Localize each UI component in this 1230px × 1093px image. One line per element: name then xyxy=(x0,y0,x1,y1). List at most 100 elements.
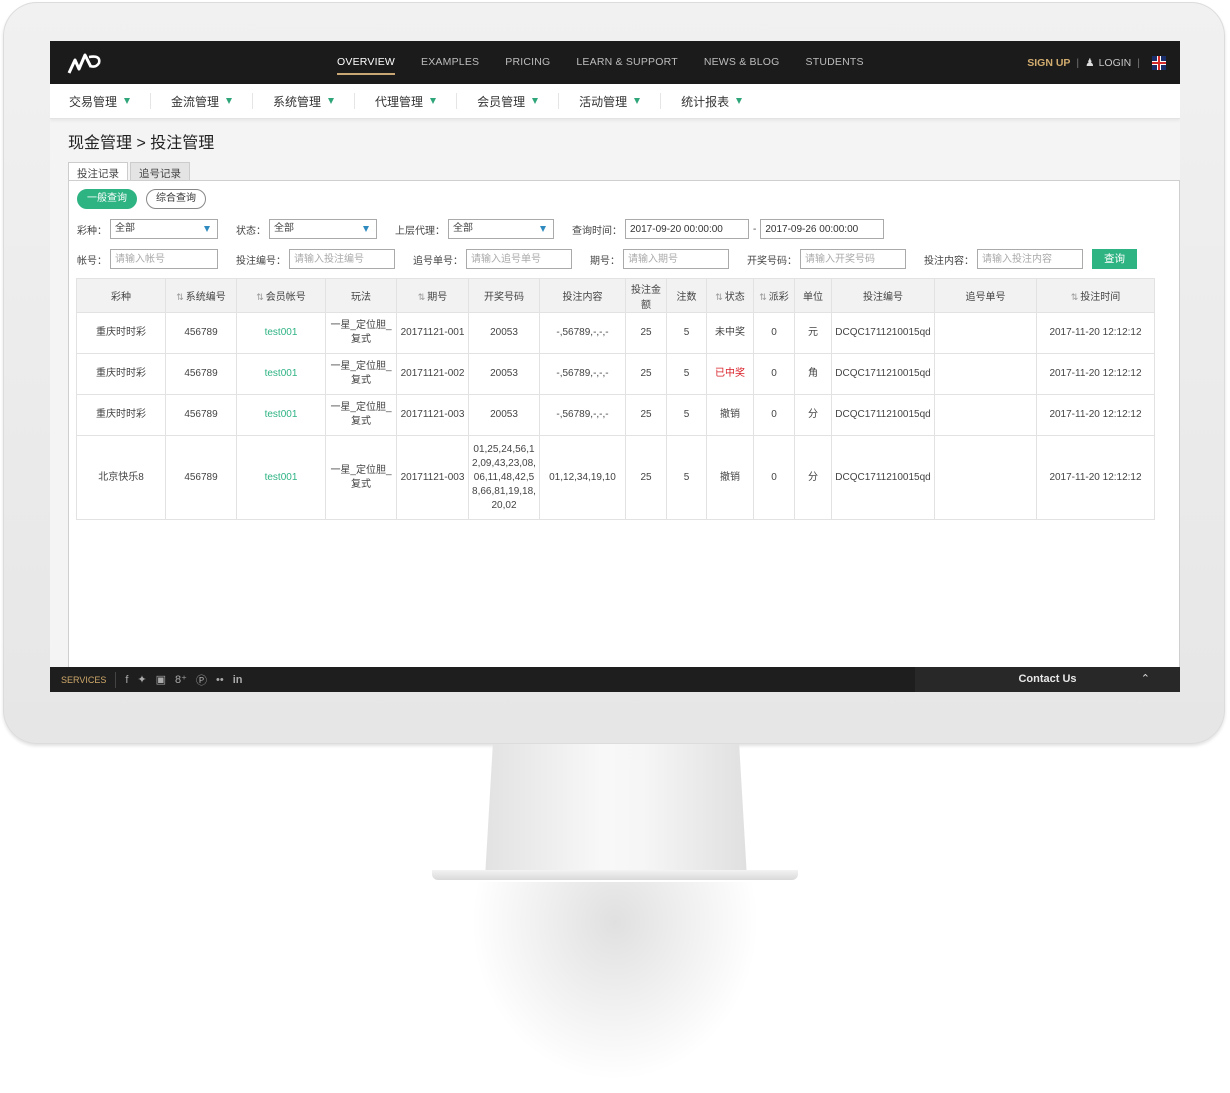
cell-lottery: 北京快乐8 xyxy=(76,435,166,520)
subnav-cashflow[interactable]: 金流管理 xyxy=(171,93,233,110)
table-row: 重庆时时彩 456789 test001 一星_定位胆_复式 20171121-… xyxy=(76,394,1155,436)
cell-bet-no: DCQC1711210015qd xyxy=(831,394,935,436)
cell-amount: 25 xyxy=(625,312,667,354)
menu-news-blog[interactable]: NEWS & BLOG xyxy=(704,41,780,84)
divider xyxy=(558,93,560,109)
lottery-select[interactable]: 全部 xyxy=(110,219,218,239)
contact-us-button[interactable]: Contact Us ⌃ xyxy=(915,667,1180,692)
col-label: 会员帐号 xyxy=(265,292,306,303)
col-header: 追号单号 xyxy=(934,278,1037,313)
member-link[interactable]: test001 xyxy=(236,312,326,354)
member-link[interactable]: test001 xyxy=(236,353,326,395)
cell-lottery: 重庆时时彩 xyxy=(76,394,166,436)
sort-icon[interactable]: ⇅ xyxy=(418,292,426,302)
draw-number-input[interactable] xyxy=(800,249,906,269)
linkedin-icon[interactable]: in xyxy=(233,674,243,686)
sort-icon[interactable]: ⇅ xyxy=(759,292,767,302)
subnav-member[interactable]: 会员管理 xyxy=(477,93,539,110)
agent-select[interactable]: 全部 xyxy=(448,219,554,239)
login-link[interactable]: LOGIN xyxy=(1099,57,1132,69)
advanced-query-button[interactable]: 综合查询 xyxy=(146,189,206,209)
member-link[interactable]: test001 xyxy=(236,435,326,520)
instagram-icon[interactable]: ▣ xyxy=(156,673,166,686)
menu-overview[interactable]: OVERVIEW xyxy=(337,41,396,84)
col-header[interactable]: ⇅ 期号 xyxy=(396,278,469,313)
menu-learn-support[interactable]: LEARN & SUPPORT xyxy=(576,41,677,84)
query-type-switch: 一般查询 综合查询 xyxy=(77,189,215,209)
search-button[interactable]: 查询 xyxy=(1092,249,1137,269)
col-header[interactable]: ⇅ 派彩 xyxy=(753,278,795,313)
subnav-agent[interactable]: 代理管理 xyxy=(375,93,437,110)
bet-number-input[interactable] xyxy=(289,249,395,269)
chase-number-input[interactable] xyxy=(466,249,572,269)
menu-pricing[interactable]: PRICING xyxy=(505,41,550,84)
cell-count: 5 xyxy=(666,394,707,436)
time-from-input[interactable] xyxy=(625,219,749,239)
cell-payout: 0 xyxy=(753,353,795,395)
betno-label: 投注编号： xyxy=(236,255,286,267)
col-label: 投注金额 xyxy=(631,284,661,311)
sort-icon[interactable]: ⇅ xyxy=(715,292,723,302)
cell-payout: 0 xyxy=(753,312,795,354)
pinterest-icon[interactable]: Ⓟ xyxy=(196,672,207,688)
sort-icon[interactable]: ⇅ xyxy=(176,292,184,302)
menu-students[interactable]: STUDENTS xyxy=(806,41,864,84)
cell-unit: 分 xyxy=(794,394,832,436)
col-header: 单位 xyxy=(794,278,832,313)
bet-content-input[interactable] xyxy=(977,249,1083,269)
table-row: 重庆时时彩 456789 test001 一星_定位胆_复式 20171121-… xyxy=(76,353,1155,395)
time-to-input[interactable] xyxy=(760,219,885,239)
col-header: 开奖号码 xyxy=(468,278,540,313)
account-input[interactable] xyxy=(110,249,218,269)
cell-content: -,56789,-,-,- xyxy=(539,394,626,436)
cell-count: 5 xyxy=(666,312,707,354)
signup-link[interactable]: SIGN UP xyxy=(1027,57,1070,69)
content-label: 投注内容： xyxy=(924,255,974,267)
cell-count: 5 xyxy=(666,435,707,520)
cell-lottery: 重庆时时彩 xyxy=(76,353,166,395)
status-select[interactable]: 全部 xyxy=(269,219,377,239)
subnav-system[interactable]: 系统管理 xyxy=(273,93,335,110)
services-link[interactable]: SERVICES xyxy=(61,675,106,685)
col-header[interactable]: ⇅ 系统编号 xyxy=(165,278,237,313)
col-header: 投注金额 xyxy=(625,278,667,313)
col-header[interactable]: ⇅ 状态 xyxy=(706,278,754,313)
cell-status: 未中奖 xyxy=(706,312,754,354)
col-header[interactable]: ⇅ 会员帐号 xyxy=(236,278,326,313)
cell-chase-no xyxy=(934,435,1037,520)
cell-status: 撤销 xyxy=(706,435,754,520)
col-label: 系统编号 xyxy=(185,292,226,303)
subnav-label: 金流管理 xyxy=(171,94,220,109)
cell-chase-no xyxy=(934,312,1037,354)
member-link[interactable]: test001 xyxy=(236,394,326,436)
sort-icon[interactable]: ⇅ xyxy=(1071,292,1079,302)
subnav-reports[interactable]: 统计报表 xyxy=(681,93,743,110)
subnav-label: 活动管理 xyxy=(579,94,628,109)
subnav-activity[interactable]: 活动管理 xyxy=(579,93,641,110)
facebook-icon[interactable]: f xyxy=(125,674,128,686)
cell-play: 一星_定位胆_复式 xyxy=(325,435,397,520)
general-query-button[interactable]: 一般查询 xyxy=(77,189,137,209)
google-plus-icon[interactable]: 8⁺ xyxy=(175,673,187,686)
flickr-icon[interactable]: •• xyxy=(216,674,224,686)
subnav-trade[interactable]: 交易管理 xyxy=(69,93,131,110)
cell-count: 5 xyxy=(666,353,707,395)
divider xyxy=(660,93,662,109)
cell-time: 2017-11-20 12:12:12 xyxy=(1036,435,1155,520)
issue-input[interactable] xyxy=(623,249,729,269)
lottery-label: 彩种： xyxy=(77,225,107,237)
menu-examples[interactable]: EXAMPLES xyxy=(421,41,479,84)
caret-down-icon xyxy=(532,98,539,104)
col-label: 投注时间 xyxy=(1080,292,1121,303)
uk-flag-icon[interactable] xyxy=(1152,55,1166,70)
top-navbar: OVERVIEW EXAMPLES PRICING LEARN & SUPPOR… xyxy=(50,41,1180,84)
cell-status: 已中奖 xyxy=(706,353,754,395)
subnav-label: 交易管理 xyxy=(69,94,118,109)
sub-navbar: 交易管理 金流管理 系统管理 代理管理 会员管理 活动管理 统计报表 xyxy=(50,84,1180,119)
col-header[interactable]: ⇅ 投注时间 xyxy=(1036,278,1155,313)
twitter-icon[interactable]: ✦ xyxy=(137,673,146,686)
col-header: 注数 xyxy=(666,278,707,313)
stand-shadow xyxy=(470,882,760,1082)
col-label: 期号 xyxy=(427,292,448,303)
sort-icon[interactable]: ⇅ xyxy=(256,292,264,302)
